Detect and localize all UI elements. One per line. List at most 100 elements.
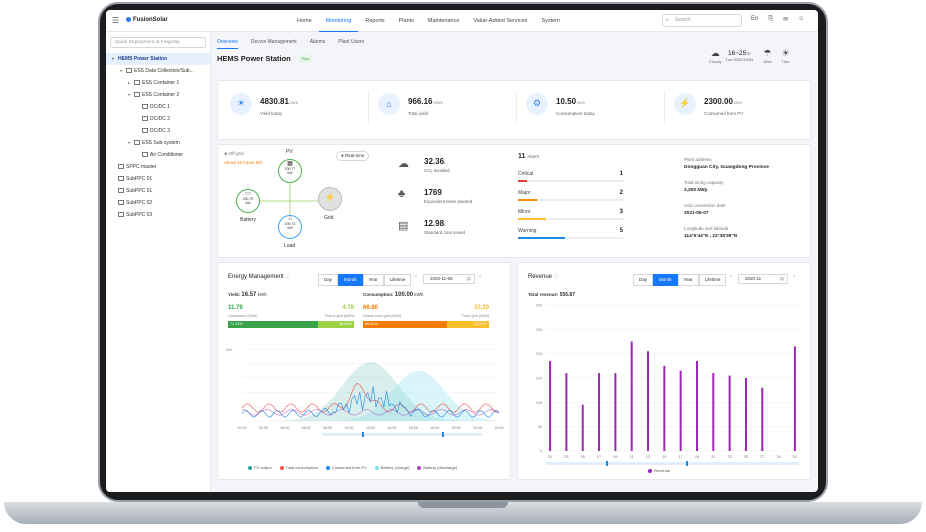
energy-zoom-slider[interactable]	[322, 433, 482, 436]
device-icon	[134, 92, 140, 98]
nav-item-plants[interactable]: Plants	[392, 10, 421, 32]
tree-item[interactable]: SubPPC 01	[106, 185, 210, 197]
revenue-bar[interactable]	[549, 360, 552, 451]
weather-day2: Wed	[763, 59, 772, 64]
load-node[interactable]: ⌂ 200.73 kW	[278, 215, 302, 239]
tab-device-management[interactable]: Device Management	[251, 36, 297, 49]
tree-item[interactable]: Air Conditioner	[106, 149, 210, 161]
legend-label: Battery (discharge)	[423, 465, 458, 470]
tree-item[interactable]: DC/DC 3	[106, 125, 210, 137]
period-year[interactable]: Year	[362, 274, 384, 286]
kpi-label: Consumed from PV	[704, 111, 744, 116]
revenue-bar[interactable]	[793, 346, 796, 451]
revenue-zoom-slider[interactable]	[546, 462, 799, 465]
legend-item[interactable]: Total consumption	[279, 465, 318, 470]
tree-item[interactable]: DC/DC 2	[106, 113, 210, 125]
energy-next-button[interactable]: ›	[479, 274, 481, 280]
x-tick-label: 23	[728, 455, 732, 459]
nav-item-monitoring[interactable]: Monitoring	[318, 10, 359, 32]
tab-plant-users[interactable]: Plant Users	[338, 36, 364, 49]
energy-prev-button[interactable]: ‹	[415, 274, 417, 280]
nav-item-system[interactable]: System	[534, 10, 566, 32]
quick-deploy-input[interactable]: Quick Deployment at Fingertip	[110, 37, 206, 48]
revenue-prev-button[interactable]: ‹	[730, 274, 732, 280]
slider-handle-right[interactable]	[442, 432, 444, 437]
legend-item[interactable]: Battery (charge)	[374, 465, 409, 470]
yield-value: 16.57	[241, 292, 257, 298]
revenue-date-picker[interactable]: 2020-11 ▤	[738, 274, 788, 284]
nav-item-maintenance[interactable]: Maintenance	[421, 10, 467, 32]
tree-item[interactable]: SPPC master	[106, 161, 210, 173]
kpi-unit: kWh	[289, 100, 298, 105]
tab-alarms[interactable]: Alarms	[310, 36, 326, 49]
period-lifetime[interactable]: Lifetime	[698, 274, 727, 286]
user-icon[interactable]: ☺	[798, 16, 804, 23]
revenue-bar[interactable]	[728, 375, 731, 451]
tree-item[interactable]: DC/DC 1	[106, 101, 210, 113]
period-month[interactable]: Month	[338, 274, 363, 286]
revenue-bar[interactable]	[663, 365, 666, 451]
period-month[interactable]: Month	[653, 274, 678, 286]
legend-item[interactable]: PV output	[248, 465, 272, 470]
revenue-bar[interactable]	[695, 360, 698, 451]
app-logo[interactable]: FusionSolar	[126, 17, 168, 23]
plant-info-value: 114°5'44"E , 22°38'39"N	[684, 234, 738, 239]
revenue-bar[interactable]	[565, 373, 568, 451]
alarm-label: Minor	[518, 209, 531, 215]
tree-icon: ♣	[398, 188, 406, 200]
info-icon[interactable]: ⓘ	[285, 274, 290, 280]
alarm-row[interactable]: Warning 5	[518, 228, 623, 239]
revenue-bar[interactable]	[744, 378, 747, 451]
tab-overview[interactable]: Overview	[217, 36, 238, 49]
sunny-icon: ☀	[781, 48, 790, 58]
revenue-bar[interactable]	[679, 370, 682, 451]
language-switch[interactable]: En	[751, 16, 758, 23]
tree-item[interactable]: ▸ ESS Container 1	[106, 77, 210, 89]
energy-date-picker[interactable]: 2020-11-06 ▤	[423, 274, 475, 284]
revenue-bar[interactable]	[712, 373, 715, 451]
kpi-divider	[664, 91, 665, 123]
tree-item-label: SPPC master	[126, 164, 157, 170]
battery-node[interactable]: ▭ 200.70 kW	[236, 189, 260, 213]
slider-handle-left[interactable]	[362, 432, 364, 437]
tree-item[interactable]: ▾ ESS Sub-system	[106, 137, 210, 149]
revenue-bar[interactable]	[598, 373, 601, 451]
legend-item[interactable]: Battery (discharge)	[417, 465, 457, 470]
revenue-bar[interactable]	[614, 373, 617, 451]
slider-handle-right[interactable]	[686, 461, 688, 466]
legend-item[interactable]: Consumed from PV	[325, 465, 367, 470]
export-icon[interactable]: ⎘	[768, 16, 773, 23]
nav-item-reports[interactable]: Reports	[358, 10, 391, 32]
alarm-row[interactable]: Minor 3	[518, 209, 623, 220]
x-tick-label: 01	[548, 455, 552, 459]
revenue-bar[interactable]	[581, 404, 584, 451]
revenue-next-button[interactable]: ›	[793, 274, 795, 280]
menu-icon[interactable]: ☰	[112, 16, 119, 25]
pv-node[interactable]: ▦ 200.77 kW	[278, 159, 302, 183]
tree-item[interactable]: ▾ ESS Container 2	[106, 89, 210, 101]
tree-item[interactable]: SubPPC 03	[106, 209, 210, 221]
revenue-bar[interactable]	[761, 387, 764, 451]
tree-item[interactable]: ▾ ESS Data Collection/Sub...	[106, 65, 210, 77]
nav-item-home[interactable]: Home	[290, 10, 319, 32]
period-year[interactable]: Year	[677, 274, 699, 286]
tree-item[interactable]: ▾ HEMS Power Station	[106, 53, 210, 65]
alarm-row[interactable]: Major 2	[518, 190, 623, 201]
slider-handle-left[interactable]	[606, 461, 608, 466]
alarm-bar-fill	[518, 237, 566, 239]
period-day[interactable]: Day	[318, 274, 339, 286]
kpi-text: 966.16MWh Total yield	[408, 91, 443, 116]
revenue-bar[interactable]	[630, 341, 633, 452]
info-icon[interactable]: ⓘ	[554, 274, 559, 280]
message-icon[interactable]: ✉	[783, 16, 788, 23]
period-day[interactable]: Day	[633, 274, 654, 286]
search-input[interactable]: ⌕ Search	[662, 14, 742, 27]
period-lifetime[interactable]: Lifetime	[383, 274, 412, 286]
nav-item-value-added-services[interactable]: Value-Added Services	[466, 10, 534, 32]
alarm-row[interactable]: Critical 1	[518, 171, 623, 182]
grid-node[interactable]: ⚡	[318, 187, 342, 211]
tree-item[interactable]: SubPPC 02	[106, 197, 210, 209]
revenue-bar[interactable]	[647, 351, 650, 451]
alarm-bar-fill	[518, 199, 537, 201]
tree-item[interactable]: SubPPC 01	[106, 173, 210, 185]
